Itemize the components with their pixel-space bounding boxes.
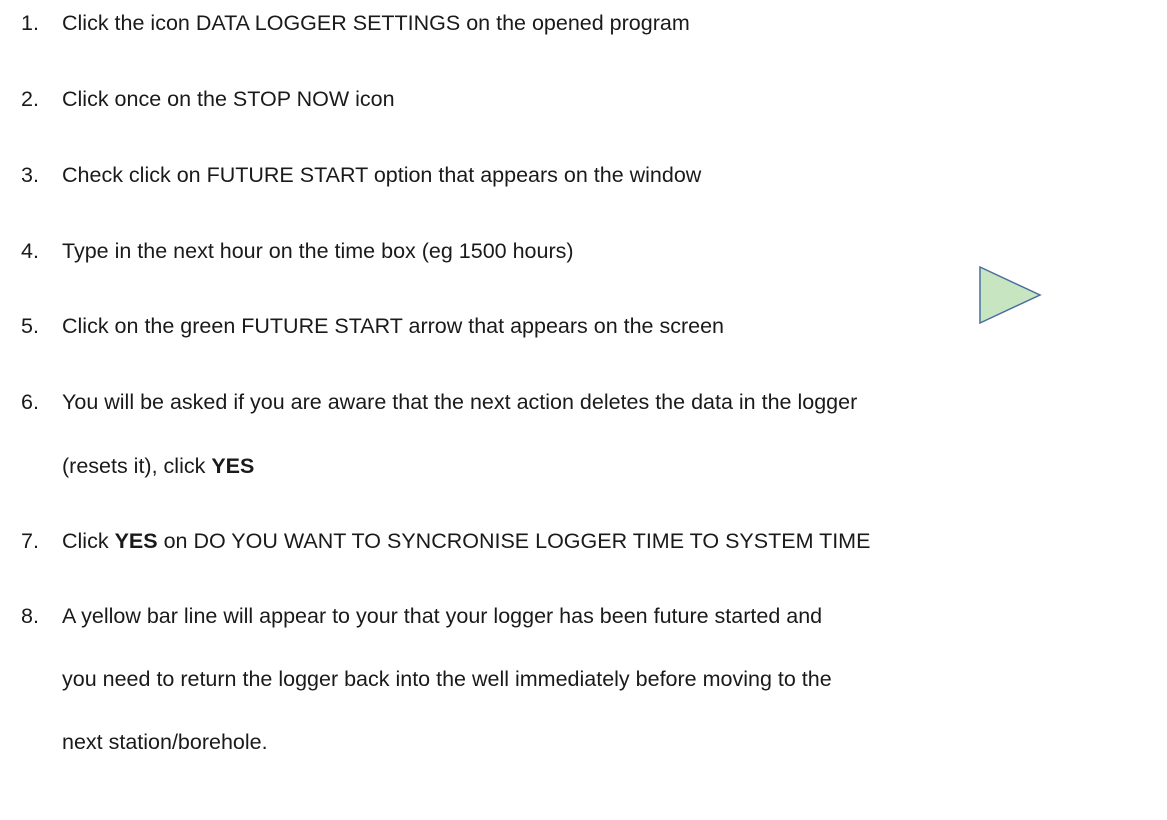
step-text: Click on the green FUTURE START arrow th… [62,314,725,338]
step-text: Click YES on DO YOU WANT TO SYNCRONISE L… [62,526,870,556]
step-number: 4. [21,239,39,263]
step-text: Check click on FUTURE START option that … [62,163,702,187]
step-text-continued: next station/borehole. [62,730,268,754]
step-text-post: on DO YOU WANT TO SYNCRONISE LOGGER TIME… [157,529,871,553]
step-text: Type in the next hour on the time box (e… [62,239,574,263]
step-number: 5. [21,314,39,338]
step-6-continuation: (resets it), click YES [62,451,254,481]
step-number: 3. [21,163,39,187]
step-text-continued: you need to return the logger back into … [62,667,832,691]
step-text-pre: Click [62,529,115,553]
step-text-continued: (resets it), click [62,454,212,478]
step-8-continuation-2: next station/borehole. [62,727,268,757]
yes-emphasis: YES [211,454,255,478]
yes-emphasis: YES [114,529,158,553]
instruction-document: 1. Click the icon DATA LOGGER SETTINGS o… [0,0,1167,820]
step-number: 8. [21,604,39,628]
step-number: 2. [21,87,39,111]
step-number: 6. [21,390,39,414]
step-text: A yellow bar line will appear to your th… [62,604,823,628]
step-number: 7. [21,529,39,553]
step-text: Click the icon DATA LOGGER SETTINGS on t… [62,11,690,35]
step-text: Click once on the STOP NOW icon [62,87,395,111]
future-start-arrow-icon [979,265,1042,325]
step-text: You will be asked if you are aware that … [62,390,858,414]
step-number: 1. [21,11,39,35]
step-8-continuation-1: you need to return the logger back into … [62,664,832,694]
